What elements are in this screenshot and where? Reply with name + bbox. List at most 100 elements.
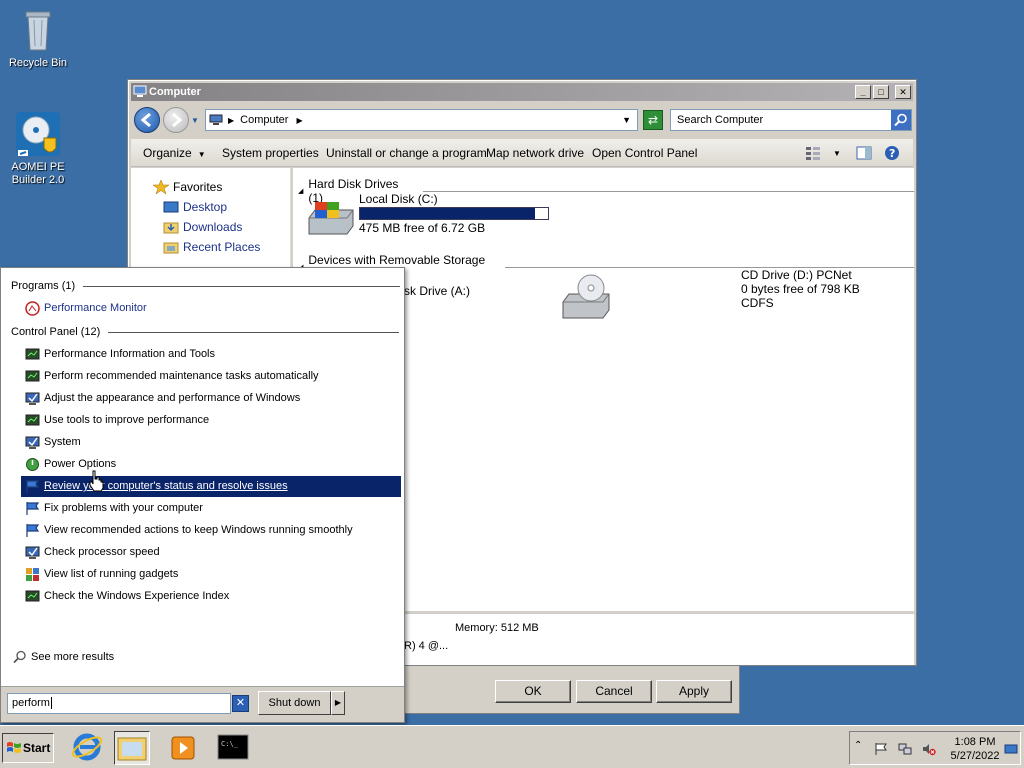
recent-pages-dropdown[interactable]: ▼ [191,116,199,125]
result-label: Check processor speed [44,546,160,558]
group-divider [423,190,914,192]
control-panel-result[interactable]: Check the Windows Experience Index [21,586,401,607]
action-center-icon [26,524,40,537]
ok-button[interactable]: OK [495,680,571,703]
control-panel-result[interactable]: System [21,432,401,453]
network-icon[interactable] [898,742,912,756]
result-label: Use tools to improve performance [44,414,210,426]
title-bar[interactable]: Computer _ □ ✕ [131,83,913,101]
maintenance-icon [25,370,40,382]
navigation-pane: Favorites Desktop Downloads Recent Place… [131,168,291,268]
result-label: Adjust the appearance and performance of… [44,392,301,404]
result-label: View recommended actions to keep Windows… [44,524,353,536]
preview-pane-icon[interactable] [856,145,872,161]
taskbar-internet-explorer[interactable] [70,731,106,765]
header-divider [83,285,401,287]
nav-desktop[interactable]: Desktop [163,200,227,214]
clock-date[interactable]: 5/27/2022 [950,750,1000,762]
organize-label: Organize [143,146,192,160]
address-bar[interactable]: ▶ Computer ▶ ▼ [205,109,638,131]
search-button[interactable] [891,110,911,130]
close-button[interactable]: ✕ [895,85,911,99]
desktop-icon-label: AOMEI PE Builder 2.0 [11,161,65,186]
shut-down-options-button[interactable]: ▶ [331,691,345,715]
cd-drive-icon [562,274,610,319]
control-panel-result[interactable]: Performance Information and Tools [21,344,401,365]
uninstall-program-button[interactable]: Uninstall or change a program [326,146,487,160]
action-center-icon [26,480,40,493]
back-button[interactable] [134,107,160,133]
show-hidden-icons-button[interactable]: ⌃ [854,740,868,754]
taskbar-command-prompt[interactable]: C:\_ [216,731,252,765]
result-label: Review your computer's status and resolv… [44,480,288,492]
drive-d-filesystem: CDFS [741,296,774,310]
shut-down-button[interactable]: Shut down [258,691,331,715]
control-panel-result[interactable]: Fix problems with your computer [21,498,401,519]
view-dropdown-icon[interactable]: ▼ [833,149,841,158]
forward-button[interactable] [163,107,189,133]
minimize-button[interactable]: _ [855,85,871,99]
text-cursor [50,697,52,709]
hard-drive-icon [308,202,354,235]
control-panel-result[interactable]: Review your computer's status and resolv… [21,476,401,497]
appearance-icon [25,392,40,405]
collapse-triangle-icon: ◢ [298,188,304,195]
refresh-button[interactable]: ⇄ [643,110,663,130]
cancel-button[interactable]: Cancel [576,680,652,703]
show-desktop-icon[interactable] [1004,742,1018,756]
address-dropdown-icon[interactable]: ▼ [622,110,631,130]
search-input[interactable]: Search Computer [670,109,912,131]
control-panel-result[interactable]: Adjust the appearance and performance of… [21,388,401,409]
control-panel-result[interactable]: View recommended actions to keep Windows… [21,520,401,541]
taskbar: Start C:\_ ⌃ 1:08 PM 5/27/2022 [0,725,1024,768]
clear-search-button[interactable]: ✕ [232,695,249,712]
troubleshoot-icon [26,502,40,515]
result-performance-monitor[interactable]: Performance Monitor [21,298,401,319]
nav-favorites[interactable]: Favorites [153,180,222,194]
clock-time[interactable]: 1:08 PM [950,736,1000,748]
chevron-right-icon: ▶ [296,116,303,125]
volume-muted-icon[interactable] [922,742,936,756]
map-network-drive-button[interactable]: Map network drive [486,146,584,160]
command-prompt-icon: C:\_ [217,734,249,760]
address-crumb[interactable]: Computer [240,114,288,126]
control-panel-header: Control Panel (12) [11,326,400,338]
system-properties-button[interactable]: System properties [222,146,319,160]
control-panel-result[interactable]: Power Options [21,454,401,475]
programs-header-label: Programs (1) [11,280,76,292]
drive-d-free: 0 bytes free of 798 KB [741,282,860,296]
apply-button[interactable]: Apply [656,680,732,703]
taskbar-media-player[interactable] [166,731,202,765]
help-icon[interactable]: ? [884,145,900,161]
taskbar-windows-explorer[interactable] [114,731,150,765]
view-options-icon[interactable] [805,145,821,161]
drive-d-name: CD Drive (D:) PCNet [741,268,852,282]
maximize-button[interactable]: □ [873,85,889,99]
computer-icon [209,114,223,125]
control-panel-result[interactable]: Use tools to improve performance [21,410,401,431]
open-control-panel-button[interactable]: Open Control Panel [592,146,697,160]
media-player-icon [171,736,195,760]
organize-menu[interactable]: Organize ▼ [143,146,206,160]
result-label: Performance Monitor [44,302,147,314]
start-search-input[interactable]: perform [7,693,231,714]
desktop-icon-recycle-bin[interactable]: Recycle Bin [0,6,76,70]
drive-floppy-a-name[interactable]: sk Drive (A:) [404,284,470,298]
control-panel-result[interactable]: View list of running gadgets [21,564,401,585]
address-separator-icon: ▶ [228,116,235,125]
tools-icon [25,414,40,426]
desktop-icon-aomei[interactable]: AOMEI PE Builder 2.0 [0,110,76,187]
control-panel-result[interactable]: Check processor speed [21,542,401,563]
control-panel-result[interactable]: Perform recommended maintenance tasks au… [21,366,401,387]
see-more-results-link[interactable]: See more results [13,650,115,664]
drive-c-usage-fill [360,208,535,219]
result-label: System [44,436,81,448]
nav-downloads[interactable]: Downloads [163,220,242,234]
desktop-icon-label: Recycle Bin [8,57,68,69]
see-more-label: See more results [31,651,115,663]
start-button[interactable]: Start [2,733,54,763]
action-center-flag-icon[interactable] [874,742,888,756]
drive-c-usage-bar [359,207,549,220]
nav-recent-places[interactable]: Recent Places [163,240,260,254]
internet-explorer-icon [71,733,103,761]
